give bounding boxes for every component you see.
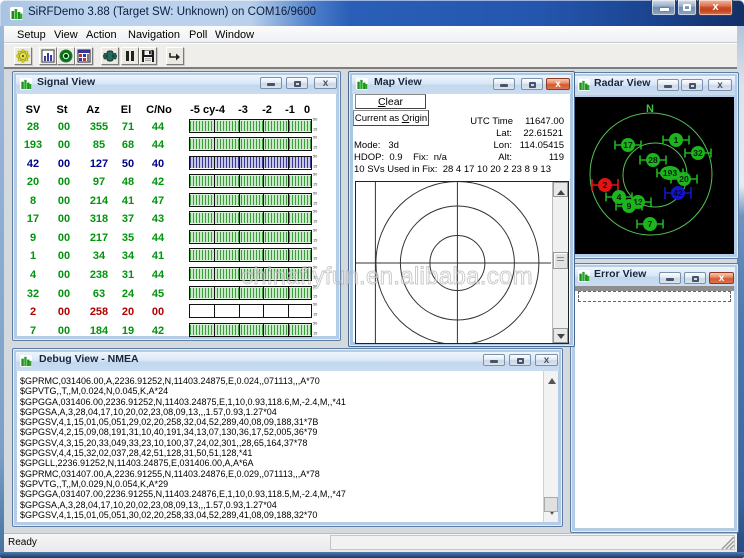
svg-text:193: 193 [663,168,677,178]
svg-text:32: 32 [693,148,703,158]
svg-text:42: 42 [673,188,683,198]
svg-text:N: N [646,103,654,115]
svg-text:28: 28 [648,155,658,165]
svg-text:1: 1 [674,135,679,145]
svg-text:17: 17 [623,140,633,150]
svg-text:7: 7 [648,219,653,229]
svg-text:4: 4 [617,192,622,202]
svg-text:2: 2 [603,180,608,190]
svg-text:9: 9 [627,201,632,211]
svg-text:20: 20 [679,174,689,184]
